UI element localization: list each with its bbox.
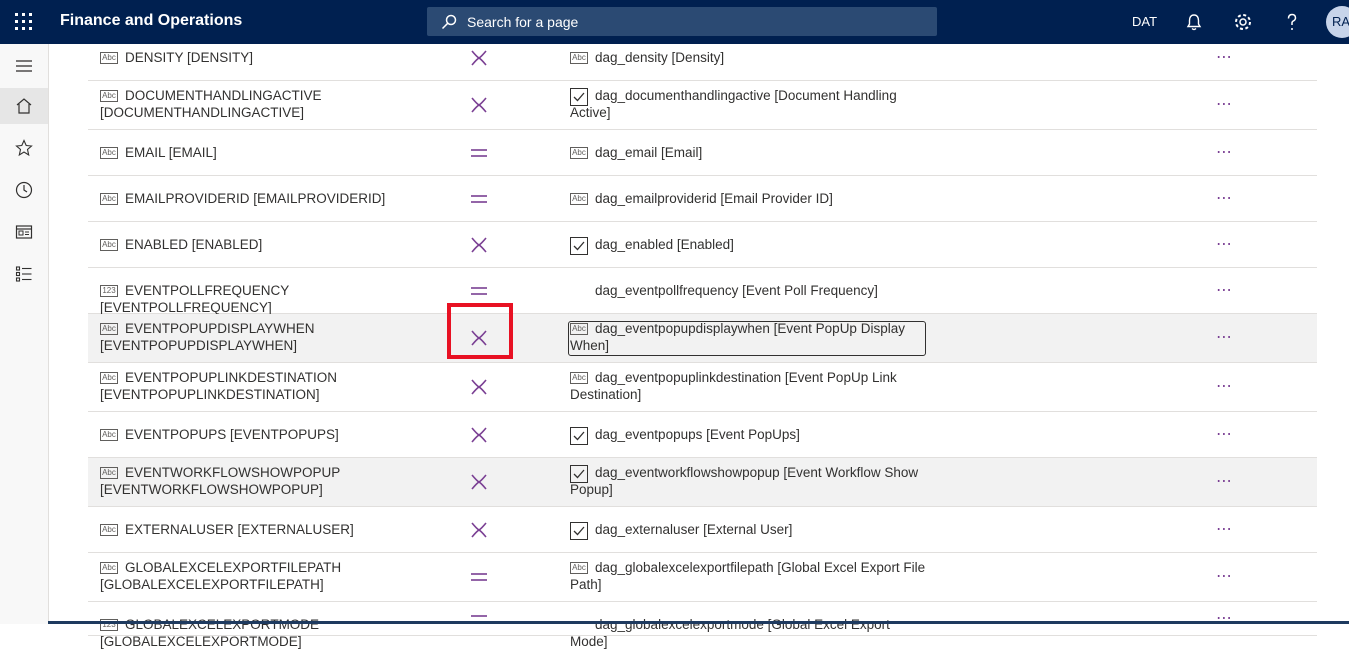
workspaces-icon <box>15 225 33 239</box>
home-button[interactable] <box>0 88 48 124</box>
target-field-name: dag_enabled [Enabled] <box>595 237 734 252</box>
transform-mapping-icon[interactable] <box>468 234 490 256</box>
target-field-name: dag_emailproviderid [Email Provider ID] <box>595 191 833 206</box>
table-row[interactable]: Abc EVENTWORKFLOWSHOWPOPUP [EVENTWORKFLOW… <box>88 458 1317 507</box>
favorites-button[interactable] <box>0 130 48 166</box>
source-field-name: EVENTPOPUPDISPLAYWHEN [EVENTPOPUPDISPLAY… <box>100 321 315 353</box>
target-field-name: dag_eventworkflowshowpopup [Event Workfl… <box>570 465 919 497</box>
target-field-name: dag_eventpollfrequency [Event Poll Frequ… <box>595 283 878 298</box>
modules-button[interactable] <box>0 256 48 292</box>
focused-cell-outline <box>568 321 926 356</box>
more-options-button[interactable]: ⋯ <box>1216 327 1233 347</box>
table-row[interactable]: Abc EXTERNALUSER [EXTERNALUSER] dag_extern… <box>88 507 1317 553</box>
table-row[interactable]: Abc EMAILPROVIDERID [EMAILPROVIDERID] Abc d… <box>88 176 1317 222</box>
home-icon <box>16 98 32 114</box>
more-options-button[interactable]: ⋯ <box>1216 280 1233 300</box>
more-options-button[interactable]: ⋯ <box>1216 566 1233 586</box>
target-field-name: dag_externaluser [External User] <box>595 522 793 537</box>
search-icon <box>441 14 457 30</box>
table-row[interactable]: Abc DENSITY [DENSITY] Abc dag_density [Dens… <box>88 35 1317 81</box>
transform-mapping-icon[interactable] <box>468 424 490 446</box>
menu-icon <box>16 60 32 72</box>
more-options-button[interactable]: ⋯ <box>1216 424 1233 444</box>
more-options-button[interactable]: ⋯ <box>1216 471 1233 491</box>
table-row[interactable]: 123 EVENTPOLLFREQUENCY [EVENTPOLLFREQUENC… <box>88 268 1317 315</box>
target-field-name: dag_eventpopups [Event PopUps] <box>595 427 800 442</box>
target-field-name: dag_email [Email] <box>595 145 703 160</box>
equal-mapping-icon[interactable] <box>468 142 490 164</box>
settings-gear-icon[interactable] <box>1233 12 1253 32</box>
modules-list-icon <box>15 266 32 282</box>
notifications-bell-icon[interactable] <box>1184 12 1204 32</box>
menu-button[interactable] <box>0 48 48 84</box>
table-row[interactable]: Abc EVENTPOPUPLINKDESTINATION [EVENTPOPUP… <box>88 363 1317 412</box>
recent-clock-icon <box>15 181 33 199</box>
transform-mapping-icon[interactable] <box>468 47 490 69</box>
more-options-button[interactable]: ⋯ <box>1216 142 1233 162</box>
source-field-name: EMAIL [EMAIL] <box>125 145 217 160</box>
more-options-button[interactable]: ⋯ <box>1216 519 1233 539</box>
table-row[interactable]: Abc DOCUMENTHANDLINGACTIVE [DOCUMENTHANDL… <box>88 81 1317 130</box>
more-options-button[interactable]: ⋯ <box>1216 94 1233 114</box>
user-avatar[interactable]: RA <box>1326 6 1349 38</box>
table-row[interactable]: Abc EMAIL [EMAIL] Abc dag_email [Email] ⋯ <box>88 130 1317 176</box>
highlight-box <box>447 303 513 359</box>
more-options-button[interactable]: ⋯ <box>1216 376 1233 396</box>
table-row[interactable]: Abc EVENTPOPUPDISPLAYWHEN [EVENTPOPUPDISP… <box>88 314 1317 363</box>
source-field-name: EXTERNALUSER [EXTERNALUSER] <box>125 522 354 537</box>
target-field-name: dag_eventpopuplinkdestination [Event Pop… <box>570 370 897 402</box>
field-mapping-grid: Abc DENSITY [DENSITY] Abc dag_density [Dens… <box>88 35 1317 649</box>
transform-mapping-icon[interactable] <box>468 376 490 398</box>
more-options-button[interactable]: ⋯ <box>1216 47 1233 67</box>
equal-mapping-icon[interactable] <box>468 566 490 588</box>
help-icon[interactable] <box>1282 12 1302 32</box>
transform-mapping-icon[interactable] <box>468 471 490 493</box>
search-box[interactable]: Search for a page <box>427 7 937 36</box>
source-field-name: EMAILPROVIDERID [EMAILPROVIDERID] <box>125 191 386 206</box>
more-options-button[interactable]: ⋯ <box>1216 188 1233 208</box>
equal-mapping-icon[interactable] <box>468 280 490 302</box>
search-placeholder: Search for a page <box>467 14 579 30</box>
recent-button[interactable] <box>0 172 48 208</box>
source-field-name: GLOBALEXCELEXPORTFILEPATH [GLOBALEXCELEX… <box>100 560 342 592</box>
source-field-name: ENABLED [ENABLED] <box>125 237 263 252</box>
transform-mapping-icon[interactable] <box>468 94 490 116</box>
source-field-name: DENSITY [DENSITY] <box>125 50 254 65</box>
target-field-name: dag_density [Density] <box>595 50 725 65</box>
table-row[interactable]: Abc EVENTPOPUPS [EVENTPOPUPS] dag_eventpop… <box>88 412 1317 458</box>
equal-mapping-icon[interactable] <box>468 608 490 630</box>
source-field-name: EVENTPOLLFREQUENCY [EVENTPOLLFREQUENCY] <box>100 283 290 315</box>
table-row[interactable]: Abc GLOBALEXCELEXPORTFILEPATH [GLOBALEXCE… <box>88 553 1317 602</box>
transform-mapping-icon[interactable] <box>468 519 490 541</box>
navigation-rail <box>0 44 49 624</box>
source-field-name: DOCUMENTHANDLINGACTIVE [DOCUMENTHANDLING… <box>100 88 322 120</box>
workspaces-button[interactable] <box>0 214 48 250</box>
table-row[interactable]: Abc ENABLED [ENABLED] dag_enabled [Enabled… <box>88 222 1317 268</box>
target-field-name: dag_documenthandlingactive [Document Han… <box>570 88 897 120</box>
company-picker[interactable]: DAT <box>1132 14 1157 29</box>
source-field-name: EVENTPOPUPS [EVENTPOPUPS] <box>125 427 339 442</box>
table-row[interactable]: 123 GLOBALEXCELEXPORTMODE [GLOBALEXCELEXP… <box>88 602 1317 649</box>
more-options-button[interactable]: ⋯ <box>1216 608 1233 628</box>
source-field-name: EVENTPOPUPLINKDESTINATION [EVENTPOPUPLIN… <box>100 370 338 402</box>
app-title[interactable]: Finance and Operations <box>60 12 242 30</box>
target-field-name: dag_globalexcelexportfilepath [Global Ex… <box>570 560 926 592</box>
source-field-name: EVENTWORKFLOWSHOWPOPUP [EVENTWORKFLOWSHO… <box>100 465 341 497</box>
equal-mapping-icon[interactable] <box>468 188 490 210</box>
app-launcher-icon[interactable] <box>15 13 33 31</box>
more-options-button[interactable]: ⋯ <box>1216 234 1233 254</box>
favorites-star-icon <box>15 139 33 157</box>
